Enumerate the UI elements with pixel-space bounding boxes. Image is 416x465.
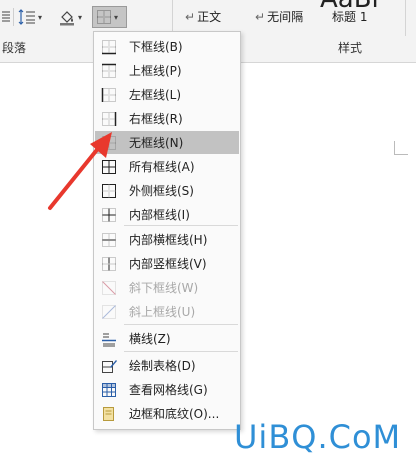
menu-item-border-right[interactable]: 右框线(R)	[95, 107, 239, 130]
style-label: 无间隔	[267, 10, 304, 24]
line-spacing-button[interactable]: ▾	[18, 6, 44, 28]
menu-item-label: 横线(Z)	[129, 332, 171, 346]
view-gridlines-icon	[102, 382, 116, 397]
group-label-styles: 样式	[338, 41, 363, 55]
justify-icon	[2, 11, 10, 22]
menu-item-border-bottom[interactable]: 下框线(B)	[95, 35, 239, 58]
borders-dropdown-menu: 下框线(B) 上框线(P) 左框线(L) 右框线(R) 无框线(N) 所有框线(A) 外侧框…	[93, 31, 241, 430]
menu-item-label: 左框线(L)	[129, 88, 182, 102]
menu-item-label: 下框线(B)	[129, 40, 183, 54]
menu-item-label: 所有框线(A)	[129, 160, 195, 174]
paint-bucket-icon	[60, 11, 74, 26]
menu-item-label: 斜下框线(W)	[129, 281, 199, 295]
paragraph-mark-icon: ↵	[185, 10, 196, 24]
menu-separator	[124, 225, 238, 226]
menu-item-label: 内部横框线(H)	[129, 233, 208, 247]
menu-item-label: 无框线(N)	[129, 136, 184, 150]
borders-button[interactable]: ▾	[92, 6, 127, 28]
menu-item-label: 右框线(R)	[129, 112, 183, 126]
menu-item-label: 外侧框线(S)	[129, 184, 194, 198]
border-left-icon	[101, 87, 116, 102]
menu-item-label: 内部框线(I)	[129, 208, 190, 222]
menu-separator	[124, 324, 238, 325]
line-spacing-icon	[18, 9, 35, 25]
menu-item-label: 查看网格线(G)	[129, 383, 208, 397]
menu-item-label: 内部竖框线(V)	[129, 257, 207, 271]
style-normal[interactable]: ↵ 正文	[185, 8, 221, 25]
menu-item-label: 上框线(P)	[129, 64, 182, 78]
draw-table-icon	[102, 359, 117, 373]
diagonal-down-icon	[102, 280, 116, 295]
chevron-down-icon: ▾	[114, 12, 119, 22]
paragraph-mark-icon: ↵	[255, 10, 266, 24]
border-inside-horizontal-icon	[102, 232, 116, 247]
menu-item-label: 边框和底纹(O)...	[129, 407, 220, 421]
red-arrow-annotation	[48, 132, 112, 210]
justify-button[interactable]	[2, 6, 12, 28]
menu-separator	[124, 351, 238, 352]
style-label: 正文	[197, 10, 222, 24]
border-none-icon	[97, 10, 111, 24]
style-no-spacing[interactable]: ↵ 无间隔	[255, 8, 303, 25]
menu-item-border-top[interactable]: 上框线(P)	[95, 59, 239, 82]
chevron-down-icon: ▾	[38, 12, 43, 22]
border-inside-vertical-icon	[102, 256, 116, 271]
menu-item-horizontal-line[interactable]: 横线(Z)	[95, 327, 239, 350]
menu-item-diagonal-down: 斜下框线(W)	[95, 276, 239, 299]
style-preview-text: AaBl	[320, 0, 379, 14]
gallery-divider	[405, 0, 406, 36]
menu-item-border-inside-vertical[interactable]: 内部竖框线(V)	[95, 252, 239, 275]
chevron-down-icon: ▾	[78, 12, 83, 22]
toolbar-divider	[13, 8, 14, 26]
menu-item-border-left[interactable]: 左框线(L)	[95, 83, 239, 106]
borders-shading-icon	[103, 406, 114, 421]
diagonal-up-icon	[102, 304, 116, 319]
menu-item-label: 绘制表格(D)	[129, 359, 196, 373]
group-label-paragraph: 段落	[2, 41, 27, 55]
watermark-text: UiBQ.CoM	[234, 418, 402, 456]
menu-item-draw-table[interactable]: 绘制表格(D)	[95, 354, 239, 377]
menu-item-view-gridlines[interactable]: 查看网格线(G)	[95, 378, 239, 401]
menu-item-border-inside-horizontal[interactable]: 内部横框线(H)	[95, 228, 239, 251]
border-right-icon	[102, 111, 117, 126]
border-top-icon	[102, 63, 116, 78]
shading-button[interactable]: ▾	[58, 6, 86, 28]
menu-item-diagonal-up: 斜上框线(U)	[95, 300, 239, 323]
menu-item-borders-shading[interactable]: 边框和底纹(O)...	[95, 402, 239, 425]
horizontal-line-icon	[102, 333, 116, 346]
border-bottom-icon	[102, 39, 116, 54]
menu-item-label: 斜上框线(U)	[129, 305, 196, 319]
page-corner-mark	[394, 141, 408, 155]
